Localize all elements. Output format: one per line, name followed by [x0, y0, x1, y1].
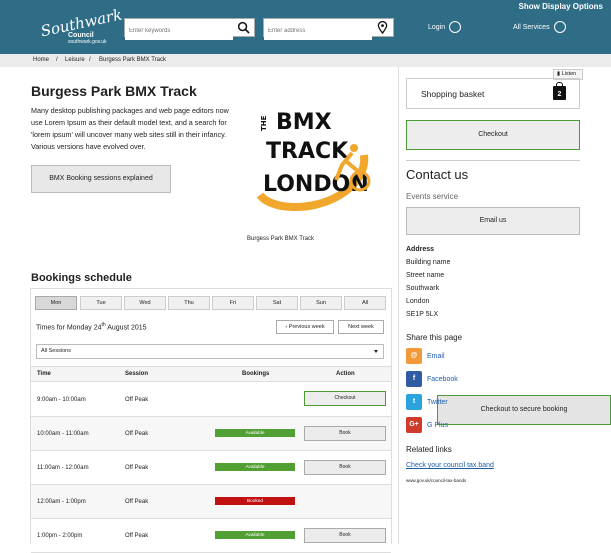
- address-search[interactable]: [263, 18, 394, 40]
- keywords-search[interactable]: [124, 18, 255, 40]
- menu-icon: [553, 21, 566, 33]
- previous-week-button[interactable]: ‹ Previous week: [276, 320, 334, 334]
- table-row: 11:00am - 12:00am Off Peak Available Boo…: [31, 451, 391, 485]
- checkout-button[interactable]: Checkout: [304, 391, 386, 406]
- table-row: 9:00am - 10:00am Off Peak Checkout to se…: [31, 383, 611, 425]
- header-session: Session: [125, 371, 149, 377]
- user-icon: [449, 21, 462, 33]
- all-services-menu[interactable]: All Services: [513, 21, 566, 33]
- book-button[interactable]: Book: [304, 426, 386, 441]
- book-button[interactable]: Book: [304, 460, 386, 475]
- intro-text: Many desktop publishing packages and web…: [31, 106, 229, 151]
- session-filter-select[interactable]: All Sessions: [36, 344, 384, 359]
- status-badge: Booked: [215, 497, 295, 505]
- next-week-button[interactable]: Next week: [338, 320, 384, 334]
- table-row: 10:00am - 11:00am Off Peak Available Boo…: [31, 417, 391, 451]
- day-tab-thu[interactable]: Thu: [168, 296, 210, 310]
- southwark-logo[interactable]: Southwark Council southwark.gov.uk: [39, 6, 124, 46]
- chevron-down-icon: [374, 350, 378, 353]
- contact-heading: Contact us: [406, 167, 469, 182]
- shopping-bag-icon: 2: [553, 82, 566, 100]
- logo-the-text: THE: [260, 115, 268, 131]
- share-gplus[interactable]: G+ G Plus: [406, 417, 448, 433]
- breadcrumb-separator: /: [56, 57, 58, 63]
- day-tab-sat[interactable]: Sat: [256, 296, 298, 310]
- breadcrumb-leisure[interactable]: Leisure: [65, 57, 85, 63]
- keywords-input[interactable]: [125, 22, 233, 40]
- council-tax-link[interactable]: Check your council tax band: [406, 462, 494, 469]
- header-action: Action: [336, 371, 355, 377]
- share-facebook[interactable]: f Facebook: [406, 371, 458, 387]
- header-time: Time: [37, 371, 51, 377]
- bmx-sessions-button[interactable]: BMX Booking sessions explained: [31, 165, 171, 193]
- location-pin-icon[interactable]: [376, 21, 389, 34]
- table-row: 1:00pm - 2:00pm Off Peak Available Book: [31, 519, 391, 553]
- breadcrumb-separator: /: [89, 57, 91, 63]
- bookings-heading: Bookings schedule: [31, 272, 132, 284]
- logo-caption: Burgess Park BMX Track: [247, 236, 315, 242]
- share-twitter[interactable]: t Twitter: [406, 394, 448, 410]
- status-badge: Available: [215, 463, 295, 471]
- share-heading: Share this page: [406, 333, 463, 342]
- email-icon: @: [406, 348, 422, 364]
- show-display-options[interactable]: Show Display Options: [519, 2, 603, 11]
- events-service: Events service: [406, 192, 459, 201]
- bmx-track-logo: THE BMX TRACK LONDON: [256, 110, 371, 211]
- logo-rider-head: [350, 144, 358, 152]
- address-line: Street name: [406, 272, 445, 279]
- book-button[interactable]: Book: [304, 528, 386, 543]
- site-header: Show Display Options Southwark Council s…: [0, 0, 611, 54]
- table-row: 12:00am - 1:00pm Off Peak Booked: [31, 485, 391, 519]
- shopping-basket[interactable]: Shopping basket 2: [406, 78, 580, 109]
- day-tab-sun[interactable]: Sun: [300, 296, 342, 310]
- address-line: Building name: [406, 259, 451, 266]
- header-bookings: Bookings: [242, 371, 270, 377]
- divider: [406, 160, 580, 161]
- schedule-table-header: Time Session Bookings Action: [31, 366, 391, 382]
- breadcrumb-home[interactable]: Home: [33, 57, 49, 63]
- status-badge: Available: [215, 429, 295, 437]
- twitter-icon: t: [406, 394, 422, 410]
- related-url: www.gov.uk/council-tax-bands: [406, 478, 467, 483]
- day-tab-tue[interactable]: Tue: [80, 296, 122, 310]
- day-tab-wed[interactable]: Wed: [124, 296, 166, 310]
- day-tab-all[interactable]: All: [344, 296, 386, 310]
- address-line: SE1P 5LX: [406, 311, 439, 318]
- login-link[interactable]: Login: [428, 21, 462, 33]
- schedule-date: Times for Monday 24th August 2015: [36, 322, 147, 332]
- address-label: Address: [406, 246, 435, 253]
- address-line: Southwark: [406, 285, 440, 292]
- email-us-button[interactable]: Email us: [406, 207, 580, 235]
- address-input[interactable]: [264, 22, 372, 40]
- address-line: London: [406, 298, 430, 305]
- logo-track-text: TRACK: [266, 139, 349, 164]
- logo-bmx-text: BMX: [276, 110, 332, 135]
- breadcrumb-current: Burgess Park BMX Track: [99, 57, 167, 63]
- status-badge: Available: [215, 531, 295, 539]
- share-email[interactable]: @ Email: [406, 348, 445, 364]
- day-tab-mon[interactable]: Mon: [35, 296, 77, 310]
- google-plus-icon: G+: [406, 417, 422, 433]
- search-icon[interactable]: [237, 21, 250, 34]
- day-tab-fri[interactable]: Fri: [212, 296, 254, 310]
- checkout-button[interactable]: Checkout: [406, 120, 580, 150]
- breadcrumb: Home / Leisure / Burgess Park BMX Track: [0, 54, 611, 67]
- page-title: Burgess Park BMX Track: [31, 83, 197, 99]
- related-links-heading: Related links: [406, 445, 452, 454]
- facebook-icon: f: [406, 371, 422, 387]
